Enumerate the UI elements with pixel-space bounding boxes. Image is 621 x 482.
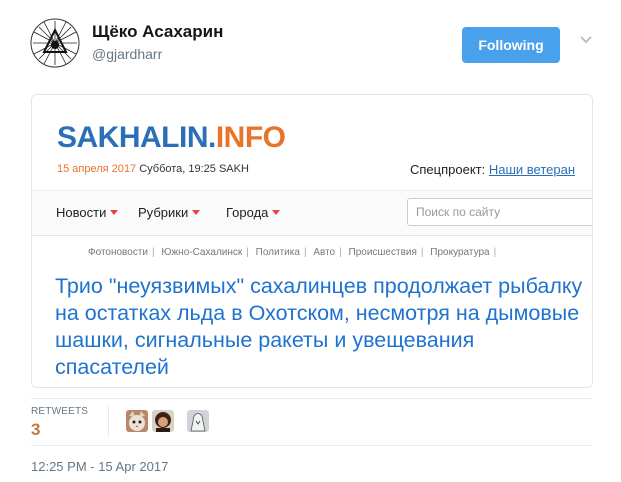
retweets-count[interactable]: 3 xyxy=(31,420,40,440)
date-time: Суббота, 19:25 SAKH xyxy=(136,163,249,175)
date-day: 15 апреля 2017 xyxy=(57,163,137,175)
hooded-figure-avatar-icon xyxy=(187,410,209,432)
divider xyxy=(108,406,109,438)
site-date: 15 апреля 2017 Суббота, 19:25 SAKH xyxy=(57,163,249,175)
subnav-item[interactable]: Политика xyxy=(256,247,300,258)
retweeter-avatar[interactable] xyxy=(187,410,209,432)
retweeter-avatar[interactable] xyxy=(126,410,148,432)
dropdown-arrow-icon xyxy=(272,210,281,215)
retweeter-avatar[interactable] xyxy=(152,410,174,432)
nav-news[interactable]: Новости xyxy=(56,205,119,220)
special-project: Спецпроект: Наши ветеран xyxy=(410,162,575,177)
subnav-item[interactable]: Авто xyxy=(313,247,335,258)
site-navbar: Новости Рубрики Города Поиск по сайту xyxy=(32,190,592,236)
nav-rubrics[interactable]: Рубрики xyxy=(138,205,201,220)
site-search-input[interactable]: Поиск по сайту xyxy=(407,198,592,226)
special-link[interactable]: Наши ветеран xyxy=(489,162,575,177)
nav-rubrics-label: Рубрики xyxy=(138,205,189,220)
special-label: Спецпроект: xyxy=(410,162,489,177)
logo-part2: INFO xyxy=(215,121,286,154)
dropdown-arrow-icon xyxy=(192,210,201,215)
subnav-item[interactable]: Фотоновости xyxy=(88,247,148,258)
following-button[interactable]: Following xyxy=(462,27,560,63)
author-name[interactable]: Щёко Асахарин xyxy=(92,22,223,42)
dropdown-arrow-icon xyxy=(110,210,119,215)
subnav-item[interactable]: Южно-Сахалинск xyxy=(161,247,242,258)
divider xyxy=(31,445,591,446)
avatar[interactable] xyxy=(30,18,80,68)
subnav-item[interactable]: Происшествия xyxy=(349,247,417,258)
subnav-item[interactable]: Прокуратура xyxy=(430,247,489,258)
author-handle[interactable]: @gjardharr xyxy=(92,46,162,62)
nav-cities[interactable]: Города xyxy=(226,205,281,220)
chevron-down-icon[interactable] xyxy=(580,35,592,45)
site-subnav: Фотоновости | Южно-Сахалинск | Политика | А… xyxy=(88,247,497,258)
divider xyxy=(31,398,591,399)
tweet-timestamp[interactable]: 12:25 PM - 15 Apr 2017 xyxy=(31,459,168,474)
link-preview-card[interactable]: SAKHALIN.INFO 15 апреля 2017 Суббота, 19… xyxy=(31,94,593,388)
cat-avatar-icon xyxy=(126,410,148,432)
site-logo: SAKHALIN.INFO xyxy=(57,121,286,155)
person-avatar-icon xyxy=(152,410,174,432)
nav-cities-label: Города xyxy=(226,205,269,220)
logo-part1: SAKHALIN. xyxy=(57,121,216,154)
article-headline[interactable]: Трио "неуязвимых" сахалинцев продолжает … xyxy=(55,273,585,381)
retweets-label: RETWEETS xyxy=(31,406,89,417)
nav-news-label: Новости xyxy=(56,205,107,220)
mystic-symbol-icon xyxy=(30,18,80,68)
